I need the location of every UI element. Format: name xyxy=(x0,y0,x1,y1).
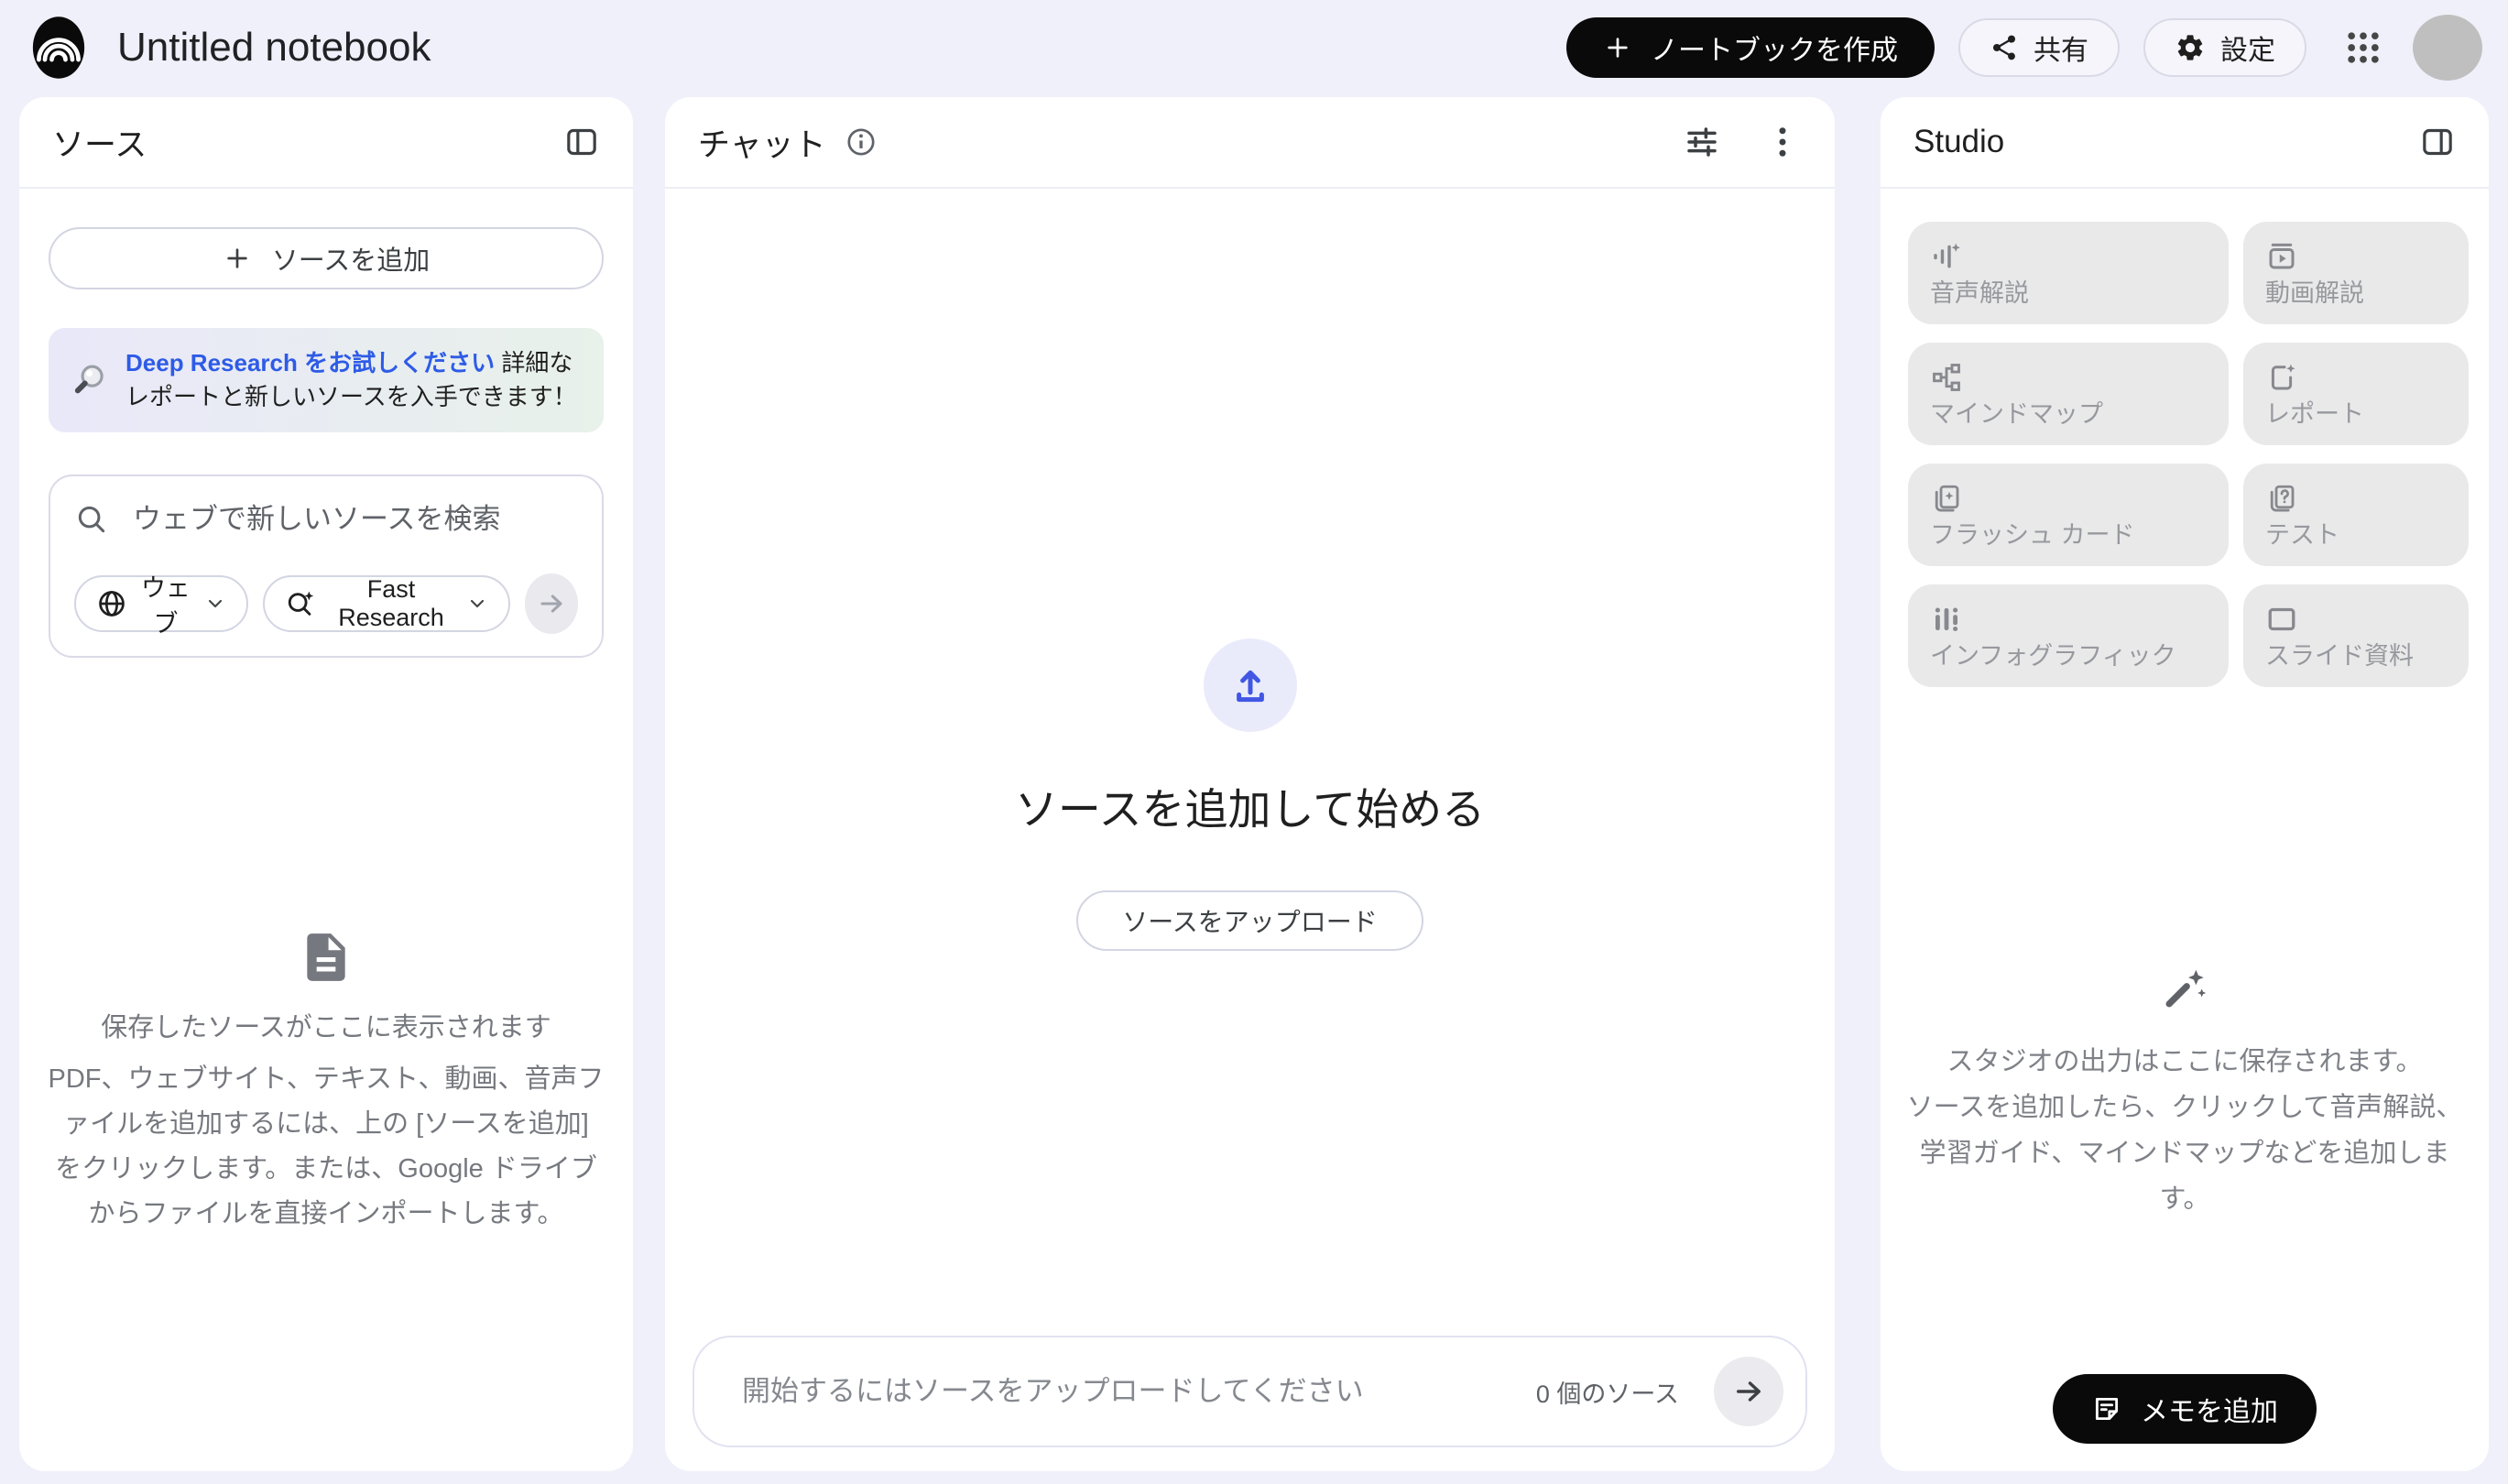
studio-panel-header: Studio xyxy=(1881,97,2489,189)
fast-research-icon xyxy=(285,588,316,619)
deep-research-text: Deep Research をお試しください 詳細なレポートと新しいソースを入手… xyxy=(125,346,582,414)
web-chip-label: ウェブ xyxy=(140,568,191,639)
share-icon xyxy=(1990,33,2019,62)
share-label: 共有 xyxy=(2034,27,2088,68)
sources-empty-title: 保存したソースがここに表示されます xyxy=(101,1006,551,1044)
settings-label: 設定 xyxy=(2220,27,2275,68)
search-row xyxy=(74,502,578,537)
chat-head-right xyxy=(1683,123,1802,161)
add-note-label: メモを追加 xyxy=(2141,1389,2278,1429)
studio-panel-title: Studio xyxy=(1914,124,2004,160)
share-button[interactable]: 共有 xyxy=(1958,18,2120,77)
tool-video-overview[interactable]: 動画解説 xyxy=(2243,222,2469,324)
sources-panel-title: ソース xyxy=(52,119,147,166)
document-icon xyxy=(298,929,354,986)
sources-panel: ソース ソースを追加 xyxy=(19,97,633,1471)
add-source-button[interactable]: ソースを追加 xyxy=(49,227,604,289)
tool-label: 音声解説 xyxy=(1930,273,2029,309)
plus-icon xyxy=(1603,33,1632,62)
magnifier-emoji-icon xyxy=(71,361,109,399)
deep-research-link[interactable]: Deep Research をお試しください xyxy=(125,349,495,376)
magic-wand-icon xyxy=(2160,964,2209,1013)
tool-label: レポート xyxy=(2265,394,2364,430)
flashcards-icon xyxy=(1930,482,1963,515)
upload-icon[interactable] xyxy=(1204,638,1297,732)
studio-panel: Studio 音声解説 xyxy=(1881,97,2489,1471)
slides-icon xyxy=(2265,603,2298,636)
main-area: ソース ソースを追加 xyxy=(0,95,2508,1484)
infographic-icon xyxy=(1930,603,1963,636)
tool-infographic[interactable]: インフォグラフィック xyxy=(1908,584,2229,687)
chat-panel-header: チャット xyxy=(665,97,1835,189)
source-count: 0 個のソース xyxy=(1536,1374,1679,1410)
top-bar: Untitled notebook ノートブックを作成 共有 設定 xyxy=(0,0,2508,95)
tool-label: インフォグラフィック xyxy=(1930,636,2176,671)
sources-panel-header: ソース xyxy=(19,97,633,189)
chat-empty-state: ソースを追加して始める ソースをアップロード xyxy=(665,189,1835,1336)
add-note-button[interactable]: メモを追加 xyxy=(2053,1374,2317,1444)
gear-icon xyxy=(2175,32,2206,63)
chat-panel: チャット xyxy=(665,97,1835,1471)
audio-overview-icon xyxy=(1930,240,1963,273)
studio-tools-grid: 音声解説 動画解説 xyxy=(1881,189,2489,687)
collapse-studio-panel-icon[interactable] xyxy=(2419,124,2456,160)
chevron-down-icon xyxy=(466,593,488,615)
info-icon[interactable] xyxy=(845,125,878,158)
tool-report[interactable]: レポート xyxy=(2243,343,2469,445)
page-title[interactable]: Untitled notebook xyxy=(117,25,431,71)
note-icon xyxy=(2091,1393,2122,1424)
studio-empty-line2: ソースを追加したら、クリックして音声解説、学習ガイド、マインドマップなどを追加し… xyxy=(1895,1085,2474,1222)
report-icon xyxy=(2265,361,2298,394)
create-notebook-label: ノートブックを作成 xyxy=(1651,27,1898,68)
tool-label: マインドマップ xyxy=(1930,394,2103,430)
tool-label: フラッシュ カード xyxy=(1930,515,2135,551)
chat-head-left: チャット xyxy=(698,119,878,166)
search-icon xyxy=(74,502,109,537)
tool-quiz[interactable]: テスト xyxy=(2243,464,2469,566)
more-options-icon[interactable] xyxy=(1763,123,1802,161)
settings-button[interactable]: 設定 xyxy=(2143,18,2306,77)
search-submit-button[interactable] xyxy=(525,573,578,634)
deep-research-banner: Deep Research をお試しください 詳細なレポートと新しいソースを入手… xyxy=(49,328,604,432)
studio-empty-state: スタジオの出力はここに保存されます。 ソースを追加したら、クリックして音声解説、… xyxy=(1881,687,2489,1352)
video-overview-icon xyxy=(2265,240,2298,273)
add-note-row: メモを追加 xyxy=(1881,1352,2489,1471)
sources-empty-state: 保存したソースがここに表示されます PDF、ウェブサイト、テキスト、動画、音声フ… xyxy=(19,658,633,1471)
web-source-search-card: ウェブ Fast Researc xyxy=(49,475,604,658)
tool-mind-map[interactable]: マインドマップ xyxy=(1908,343,2229,445)
tool-flashcards[interactable]: フラッシュ カード xyxy=(1908,464,2229,566)
tool-slides[interactable]: スライド資料 xyxy=(2243,584,2469,687)
research-chip-label: Fast Research xyxy=(329,575,453,632)
quiz-icon xyxy=(2265,482,2298,515)
research-mode-chip[interactable]: Fast Research xyxy=(263,575,510,632)
tool-label: 動画解説 xyxy=(2265,273,2364,309)
tool-audio-overview[interactable]: 音声解説 xyxy=(1908,222,2229,324)
globe-icon xyxy=(96,588,127,619)
chat-input-bar: 0 個のソース xyxy=(692,1336,1807,1447)
chat-input[interactable] xyxy=(740,1374,1521,1409)
collapse-sources-panel-icon[interactable] xyxy=(563,124,600,160)
tool-label: テスト xyxy=(2265,515,2339,551)
chevron-down-icon xyxy=(204,593,226,615)
add-source-label: ソースを追加 xyxy=(272,239,431,278)
studio-empty-line1: スタジオの出力はここに保存されます。 xyxy=(1946,1039,2422,1085)
notebooklm-logo[interactable] xyxy=(31,15,86,81)
chat-settings-icon[interactable] xyxy=(1683,123,1721,161)
plus-icon xyxy=(223,244,252,273)
chat-empty-title: ソースを追加して始める xyxy=(1015,774,1485,837)
chat-panel-title: チャット xyxy=(698,119,826,166)
tool-label: スライド資料 xyxy=(2265,636,2414,671)
web-search-input[interactable] xyxy=(131,502,578,537)
mind-map-icon xyxy=(1930,361,1963,394)
sources-empty-body: PDF、ウェブサイト、テキスト、動画、音声ファイルを追加するには、上の [ソース… xyxy=(48,1057,605,1237)
web-source-chip[interactable]: ウェブ xyxy=(74,575,248,632)
apps-grid-icon[interactable] xyxy=(2334,18,2393,77)
upload-source-button[interactable]: ソースをアップロード xyxy=(1076,890,1423,951)
avatar[interactable] xyxy=(2413,15,2482,81)
create-notebook-button[interactable]: ノートブックを作成 xyxy=(1566,17,1935,78)
send-button[interactable] xyxy=(1714,1357,1783,1426)
search-options-row: ウェブ Fast Researc xyxy=(74,573,578,634)
